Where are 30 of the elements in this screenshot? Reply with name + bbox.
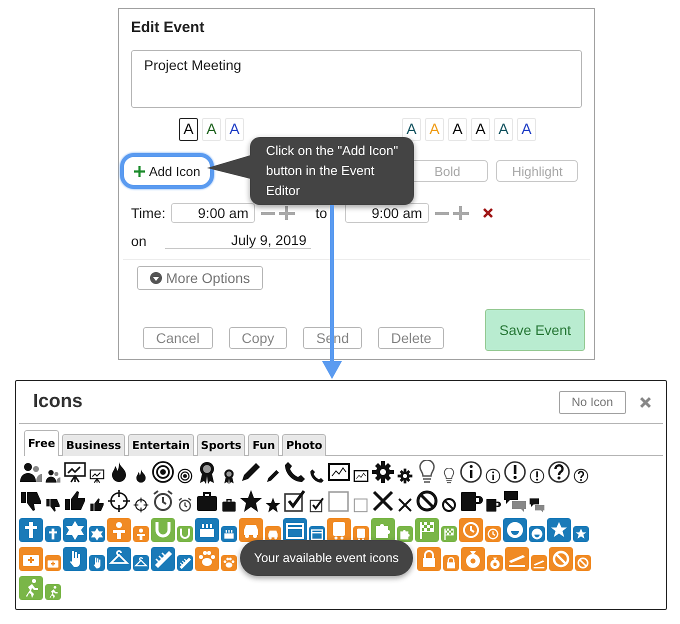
to-label: to <box>315 205 328 221</box>
date-field[interactable]: July 9, 2019 <box>164 232 311 249</box>
category-tab[interactable]: Photo <box>282 434 326 456</box>
font-color-swatch[interactable]: A <box>448 118 467 141</box>
description-field[interactable]: Project Meeting <box>131 50 582 108</box>
more-options-button[interactable]: More Options <box>137 266 264 290</box>
date-label: on <box>131 232 147 248</box>
category-tab[interactable]: Business <box>62 434 126 456</box>
save-event-button[interactable]: Save Event <box>485 309 585 351</box>
add-icon-button[interactable]: Add Icon <box>120 153 214 189</box>
category-tab[interactable]: Fun <box>248 434 280 456</box>
action-button[interactable]: Cancel <box>143 327 213 349</box>
time-label: Time: <box>131 205 166 221</box>
dialog-title: Edit Event <box>131 19 206 36</box>
font-color-swatch[interactable]: A <box>179 118 198 141</box>
callout-tooltip: Your available event icons <box>240 540 413 576</box>
category-tab[interactable]: Sports <box>196 434 246 456</box>
category-tab[interactable]: Entertain <box>128 434 194 456</box>
font-color-swatch[interactable]: A <box>202 118 221 141</box>
action-button[interactable]: Delete <box>378 327 444 349</box>
dialog-title: Icons <box>33 391 83 413</box>
action-button[interactable]: Copy <box>228 327 288 349</box>
callout-tooltip: Click on the "Add Icon" button in the Event Editor <box>250 137 414 205</box>
font-color-swatch[interactable]: A <box>471 118 490 141</box>
start-time-field[interactable]: 9:00 am <box>171 203 256 223</box>
category-tab[interactable]: Free <box>24 430 60 456</box>
no-icon-button[interactable]: No Icon <box>558 390 626 414</box>
font-color-swatch[interactable]: A <box>517 118 536 141</box>
font-color-swatch[interactable]: A <box>225 118 244 141</box>
font-color-swatch[interactable]: A <box>494 118 513 141</box>
